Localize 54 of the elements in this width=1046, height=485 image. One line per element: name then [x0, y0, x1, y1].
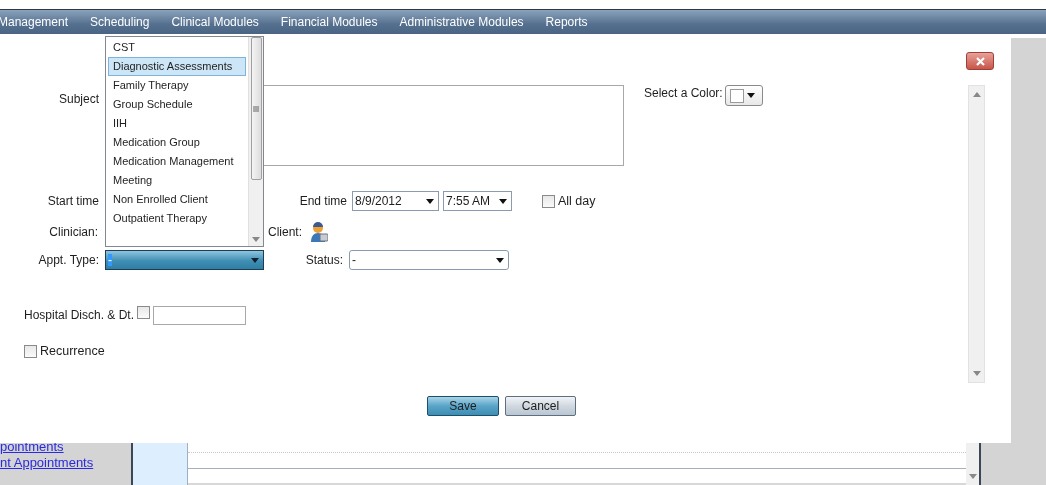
hospital-discharge-checkbox[interactable]: [137, 306, 150, 319]
all-day-label: All day: [558, 194, 596, 208]
caret-icon: [499, 198, 507, 204]
dropdown-option[interactable]: Diagnostic Assessments: [108, 57, 246, 76]
scroll-down-icon[interactable]: [972, 371, 981, 376]
nav-menu-item[interactable]: Administrative Modules: [388, 15, 535, 29]
save-button[interactable]: Save: [427, 396, 499, 416]
appt-type-label: Appt. Type:: [37, 253, 99, 267]
dropdown-option[interactable]: CST: [108, 38, 246, 57]
color-label: Select a Color:: [644, 86, 723, 100]
end-date-field[interactable]: 8/9/2012: [352, 191, 439, 211]
appointments-link[interactable]: nt Appointments: [0, 455, 131, 471]
recurrence-label: Recurrence: [40, 344, 105, 358]
nav-menu-item[interactable]: Reports: [534, 15, 599, 29]
scroll-down-icon[interactable]: [252, 237, 260, 242]
scroll-down-icon[interactable]: [968, 474, 977, 479]
client-label: Client:: [268, 225, 302, 239]
recurrence-checkbox[interactable]: [24, 344, 37, 358]
dropdown-option[interactable]: IIH: [108, 114, 246, 133]
scroll-thumb[interactable]: [250, 37, 262, 180]
color-picker[interactable]: [724, 85, 763, 106]
cancel-button[interactable]: Cancel: [505, 396, 576, 416]
caret-icon: [251, 257, 259, 263]
nav-menu-item[interactable]: Financial Modules: [269, 15, 389, 29]
end-time-label: End time: [298, 194, 347, 208]
dropdown-option[interactable]: Medication Management: [108, 152, 246, 171]
caret-icon: [426, 198, 434, 204]
end-time-field[interactable]: 7:55 AM: [443, 191, 512, 211]
scrollbar[interactable]: [968, 85, 985, 383]
dropdown-option[interactable]: Family Therapy: [108, 76, 246, 95]
grip-icon: [253, 105, 259, 112]
status-select[interactable]: -: [349, 250, 509, 270]
hospital-discharge-label: Hospital Disch. & Dt.: [24, 308, 136, 322]
close-icon: [975, 56, 985, 66]
discharge-date-field[interactable]: [153, 305, 246, 325]
status-label: Status:: [304, 253, 343, 267]
color-swatch: [729, 88, 744, 103]
start-time-label: Start time: [46, 194, 99, 208]
dropdown-option[interactable]: Medication Group: [108, 133, 246, 152]
dropdown-option[interactable]: Non Enrolled Client: [108, 190, 246, 209]
subject-label: Subject: [57, 92, 99, 106]
nav-menu-item[interactable]: Scheduling: [79, 15, 161, 29]
person-lookup-icon[interactable]: [310, 222, 328, 242]
dropdown-option[interactable]: Meeting: [108, 171, 246, 190]
clinician-label: Clinician:: [48, 225, 98, 239]
caret-icon: [746, 93, 755, 98]
appointments-link[interactable]: pointments: [0, 439, 131, 455]
scroll-up-icon[interactable]: [972, 92, 981, 97]
close-button[interactable]: [966, 52, 994, 70]
caret-icon: [496, 257, 504, 263]
nav-menu-item[interactable]: Clinical Modules: [160, 15, 270, 29]
all-day-checkbox[interactable]: [542, 194, 555, 208]
dropdown-option[interactable]: Group Schedule: [108, 95, 246, 114]
dropdown-option[interactable]: Outpatient Therapy: [108, 209, 246, 228]
